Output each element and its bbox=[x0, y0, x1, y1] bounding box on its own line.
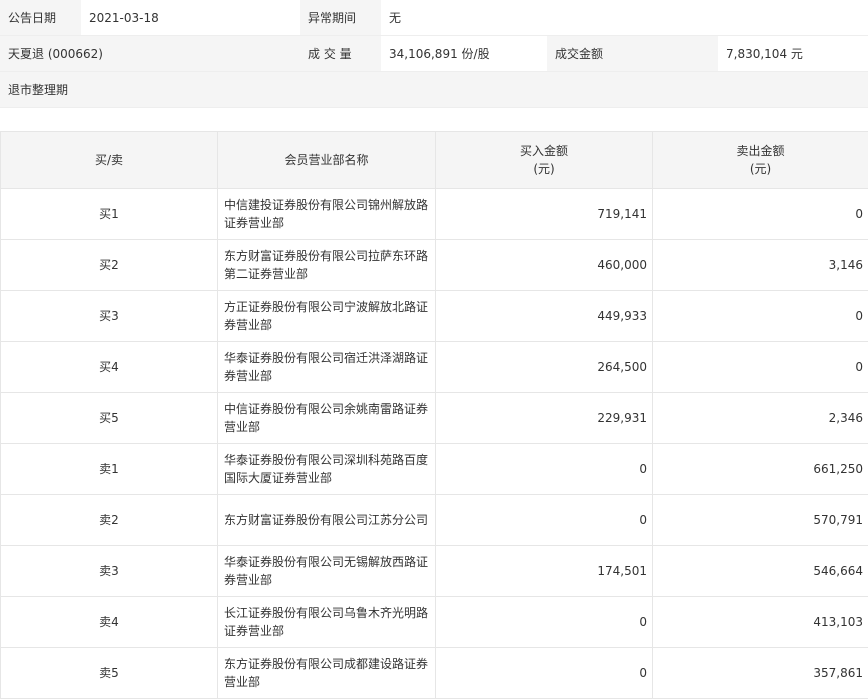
row-branch-name: 中信建投证券股份有限公司锦州解放路证券营业部 bbox=[218, 189, 436, 240]
branch-name-line2: 券营业部 bbox=[224, 369, 272, 383]
row-direction: 卖3 bbox=[1, 546, 218, 597]
row-direction: 卖5 bbox=[1, 648, 218, 699]
info-row-trading: 天夏退 (000662) 成 交 量 34,106,891 份/股 成交金额 7… bbox=[0, 36, 868, 72]
abnormal-period-label: 异常期间 bbox=[300, 0, 381, 35]
reason-text: 退市整理期 bbox=[0, 72, 868, 107]
row-buy-amount: 460,000 bbox=[436, 240, 653, 291]
branch-name-line1: 方正证券股份有限公司宁波解放北路证 bbox=[224, 300, 428, 314]
row-sell-amount: 357,861 bbox=[653, 648, 868, 699]
header-buy-line1: 买入金额 bbox=[520, 144, 568, 158]
row-sell-amount: 0 bbox=[653, 342, 868, 393]
table-row: 卖1 华泰证券股份有限公司深圳科苑路百度国际大厦证券营业部 0 661,250 bbox=[1, 444, 868, 495]
branch-name-line1: 长江证券股份有限公司乌鲁木齐光明路 bbox=[224, 606, 428, 620]
info-row-reason: 退市整理期 bbox=[0, 72, 868, 108]
row-branch-name: 长江证券股份有限公司乌鲁木齐光明路证券营业部 bbox=[218, 597, 436, 648]
branch-name-line1: 华泰证券股份有限公司宿迁洪泽湖路证 bbox=[224, 351, 428, 365]
header-direction: 买/卖 bbox=[1, 132, 218, 189]
table-row: 卖5 东方证券股份有限公司成都建设路证券营业部 0 357,861 bbox=[1, 648, 868, 699]
table-row: 买4 华泰证券股份有限公司宿迁洪泽湖路证券营业部 264,500 0 bbox=[1, 342, 868, 393]
branch-name-line2: 证券营业部 bbox=[224, 624, 284, 638]
branch-name-line1: 华泰证券股份有限公司深圳科苑路百度 bbox=[224, 453, 428, 467]
header-sell-amount: 卖出金额 (元) bbox=[653, 132, 868, 189]
volume-label: 成 交 量 bbox=[300, 36, 381, 71]
row-buy-amount: 449,933 bbox=[436, 291, 653, 342]
branch-name-line2: 第二证券营业部 bbox=[224, 267, 308, 281]
trading-seats-table: 买/卖 会员营业部名称 买入金额 (元) 卖出金额 (元) 买1 中信建投证券股份有… bbox=[0, 131, 868, 699]
table-header-row: 买/卖 会员营业部名称 买入金额 (元) 卖出金额 (元) bbox=[1, 132, 868, 189]
branch-name-line2: 证券营业部 bbox=[224, 216, 284, 230]
table-row: 买2 东方财富证券股份有限公司拉萨东环路第二证券营业部 460,000 3,14… bbox=[1, 240, 868, 291]
row-sell-amount: 3,146 bbox=[653, 240, 868, 291]
row-branch-name: 华泰证券股份有限公司无锡解放西路证券营业部 bbox=[218, 546, 436, 597]
row-direction: 卖1 bbox=[1, 444, 218, 495]
row-buy-amount: 229,931 bbox=[436, 393, 653, 444]
row-buy-amount: 0 bbox=[436, 444, 653, 495]
trading-seats-table-wrap: 买/卖 会员营业部名称 买入金额 (元) 卖出金额 (元) 买1 中信建投证券股份有… bbox=[0, 131, 868, 699]
header-sell-line1: 卖出金额 bbox=[736, 144, 784, 158]
row-buy-amount: 719,141 bbox=[436, 189, 653, 240]
header-buy-amount: 买入金额 (元) bbox=[436, 132, 653, 189]
stock-name: 天夏退 (000662) bbox=[0, 36, 300, 71]
row-sell-amount: 0 bbox=[653, 189, 868, 240]
row-branch-name: 方正证券股份有限公司宁波解放北路证券营业部 bbox=[218, 291, 436, 342]
row-sell-amount: 413,103 bbox=[653, 597, 868, 648]
branch-name-line2: 国际大厦证券营业部 bbox=[224, 471, 332, 485]
row-sell-amount: 661,250 bbox=[653, 444, 868, 495]
row-sell-amount: 0 bbox=[653, 291, 868, 342]
row-direction: 买3 bbox=[1, 291, 218, 342]
header-branch: 会员营业部名称 bbox=[218, 132, 436, 189]
branch-name-line1: 中信建投证券股份有限公司锦州解放路 bbox=[224, 198, 428, 212]
row-buy-amount: 0 bbox=[436, 597, 653, 648]
stock-info-panel: 公告日期 2021-03-18 异常期间 无 天夏退 (000662) 成 交 … bbox=[0, 0, 868, 108]
branch-name-line1: 东方财富证券股份有限公司江苏分公司 bbox=[224, 513, 428, 527]
row-direction: 买4 bbox=[1, 342, 218, 393]
row-branch-name: 华泰证券股份有限公司宿迁洪泽湖路证券营业部 bbox=[218, 342, 436, 393]
branch-name-line2: 券营业部 bbox=[224, 573, 272, 587]
header-sell-line2: (元) bbox=[750, 162, 771, 176]
table-row: 卖3 华泰证券股份有限公司无锡解放西路证券营业部 174,501 546,664 bbox=[1, 546, 868, 597]
branch-name-line1: 东方财富证券股份有限公司拉萨东环路 bbox=[224, 249, 428, 263]
row-branch-name: 东方证券股份有限公司成都建设路证券营业部 bbox=[218, 648, 436, 699]
row-direction: 买2 bbox=[1, 240, 218, 291]
row-direction: 买5 bbox=[1, 393, 218, 444]
announce-date-value: 2021-03-18 bbox=[81, 0, 300, 35]
row-sell-amount: 546,664 bbox=[653, 546, 868, 597]
turnover-value: 7,830,104 元 bbox=[718, 36, 868, 71]
table-row: 买1 中信建投证券股份有限公司锦州解放路证券营业部 719,141 0 bbox=[1, 189, 868, 240]
row-direction: 买1 bbox=[1, 189, 218, 240]
row-buy-amount: 174,501 bbox=[436, 546, 653, 597]
info-row-date: 公告日期 2021-03-18 异常期间 无 bbox=[0, 0, 868, 36]
row-branch-name: 中信证券股份有限公司余姚南雷路证券营业部 bbox=[218, 393, 436, 444]
branch-name-line1: 东方证券股份有限公司成都建设路证券 bbox=[224, 657, 428, 671]
announce-date-label: 公告日期 bbox=[0, 0, 81, 35]
row-direction: 卖4 bbox=[1, 597, 218, 648]
volume-value: 34,106,891 份/股 bbox=[381, 36, 547, 71]
table-row: 卖2 东方财富证券股份有限公司江苏分公司 0 570,791 bbox=[1, 495, 868, 546]
table-row: 买3 方正证券股份有限公司宁波解放北路证券营业部 449,933 0 bbox=[1, 291, 868, 342]
row-branch-name: 东方财富证券股份有限公司江苏分公司 bbox=[218, 495, 436, 546]
row-buy-amount: 264,500 bbox=[436, 342, 653, 393]
branch-name-line2: 券营业部 bbox=[224, 318, 272, 332]
table-row: 卖4 长江证券股份有限公司乌鲁木齐光明路证券营业部 0 413,103 bbox=[1, 597, 868, 648]
row-sell-amount: 570,791 bbox=[653, 495, 868, 546]
abnormal-period-value: 无 bbox=[381, 0, 868, 35]
row-direction: 卖2 bbox=[1, 495, 218, 546]
turnover-label: 成交金额 bbox=[547, 36, 718, 71]
branch-name-line1: 华泰证券股份有限公司无锡解放西路证 bbox=[224, 555, 428, 569]
row-branch-name: 东方财富证券股份有限公司拉萨东环路第二证券营业部 bbox=[218, 240, 436, 291]
branch-name-line2: 营业部 bbox=[224, 420, 260, 434]
row-buy-amount: 0 bbox=[436, 495, 653, 546]
branch-name-line2: 营业部 bbox=[224, 675, 260, 689]
row-sell-amount: 2,346 bbox=[653, 393, 868, 444]
row-branch-name: 华泰证券股份有限公司深圳科苑路百度国际大厦证券营业部 bbox=[218, 444, 436, 495]
row-buy-amount: 0 bbox=[436, 648, 653, 699]
branch-name-line1: 中信证券股份有限公司余姚南雷路证券 bbox=[224, 402, 428, 416]
table-row: 买5 中信证券股份有限公司余姚南雷路证券营业部 229,931 2,346 bbox=[1, 393, 868, 444]
header-buy-line2: (元) bbox=[533, 162, 554, 176]
